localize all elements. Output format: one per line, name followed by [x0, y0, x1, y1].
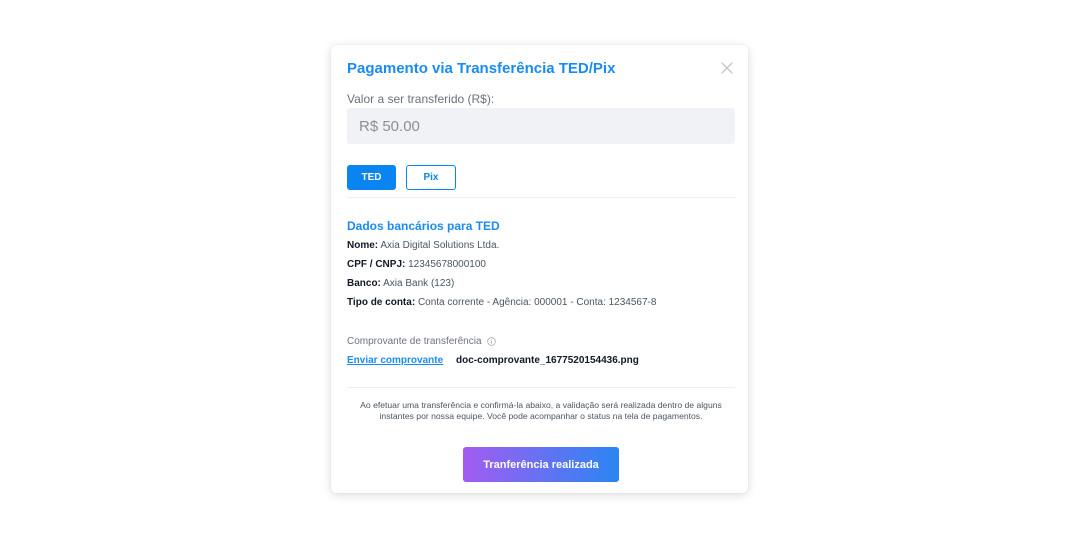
validation-notice: Ao efetuar uma transferência e confirmá-… [360, 400, 722, 421]
bank-details-title: Dados bancários para TED [347, 219, 500, 233]
info-icon[interactable] [486, 337, 496, 346]
bank-bank-value: Axia Bank (123) [383, 278, 455, 289]
divider [347, 197, 735, 198]
receipt-file-name: doc-comprovante_1677520154436.png [456, 355, 639, 366]
bank-account-label: Tipo de conta: [347, 297, 416, 308]
bank-account-line: Tipo de conta: Conta corrente - Agência:… [347, 297, 656, 308]
transfer-payment-modal: Pagamento via Transferência TED/Pix Valo… [331, 45, 748, 493]
modal-title: Pagamento via Transferência TED/Pix [347, 60, 616, 77]
receipt-label: Comprovante de transferência [347, 336, 482, 347]
bank-account-value: Conta corrente - Agência: 000001 - Conta… [417, 297, 657, 308]
bank-doc-line: CPF / CNPJ: 12345678000100 [347, 259, 486, 270]
amount-input[interactable] [347, 108, 735, 144]
bank-bank-line: Banco: Axia Bank (123) [347, 278, 454, 289]
bank-doc-value: 12345678000100 [408, 259, 486, 270]
receipt-label-row: Comprovante de transferência [347, 336, 496, 347]
transfer-done-button[interactable]: Tranferência realizada [463, 447, 619, 482]
bank-name-line: Nome: Axia Digital Solutions Ltda. [347, 240, 499, 251]
tab-ted[interactable]: TED [347, 165, 396, 190]
bank-doc-label: CPF / CNPJ: [347, 259, 406, 270]
bank-bank-label: Banco: [347, 278, 381, 289]
divider [347, 387, 735, 388]
upload-receipt-link[interactable]: Enviar comprovante [347, 355, 443, 366]
tab-pix[interactable]: Pix [406, 165, 456, 190]
bank-name-value: Axia Digital Solutions Ltda. [380, 240, 500, 251]
close-icon[interactable] [720, 61, 734, 75]
bank-name-label: Nome: [347, 240, 379, 251]
amount-label: Valor a ser transferido (R$): [347, 92, 495, 106]
